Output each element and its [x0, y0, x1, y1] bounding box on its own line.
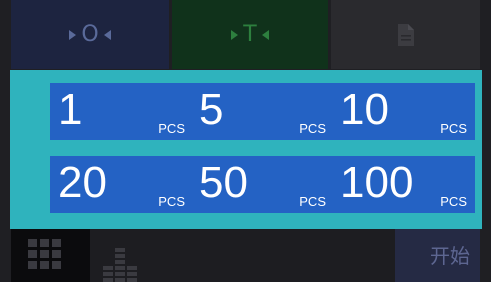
- preset-button[interactable]: 1 PCS: [50, 83, 193, 140]
- zero-label: O: [81, 21, 99, 47]
- preset-value: 5: [199, 85, 224, 134]
- tare-button[interactable]: T: [172, 0, 328, 69]
- top-bar: O T: [0, 0, 491, 69]
- preset-button[interactable]: 20 PCS: [50, 156, 193, 213]
- preset-value: 50: [199, 158, 248, 207]
- preset-unit: PCS: [158, 121, 185, 136]
- preset-unit: PCS: [440, 194, 467, 209]
- preset-button[interactable]: 10 PCS: [332, 83, 475, 140]
- start-label: 开始: [430, 244, 470, 268]
- arrow-left-icon: [103, 29, 111, 40]
- preset-button[interactable]: 50 PCS: [191, 156, 334, 213]
- preset-value: 1: [58, 85, 83, 134]
- preset-unit: PCS: [299, 194, 326, 209]
- preset-unit: PCS: [440, 121, 467, 136]
- arrow-right-icon: [231, 29, 239, 40]
- grid-view-button[interactable]: [11, 229, 90, 282]
- preset-unit: PCS: [299, 121, 326, 136]
- document-icon: [397, 23, 414, 46]
- tare-label: T: [243, 21, 257, 47]
- document-button[interactable]: [331, 0, 480, 69]
- bar-chart-icon: [103, 248, 137, 282]
- preset-value: 20: [58, 158, 107, 207]
- preset-value: 100: [340, 158, 414, 207]
- bar-chart-button[interactable]: [90, 229, 395, 282]
- arrow-right-icon: [69, 29, 77, 40]
- zero-button[interactable]: O: [11, 0, 169, 69]
- preset-button[interactable]: 5 PCS: [191, 83, 334, 140]
- arrow-left-icon: [261, 29, 269, 40]
- preset-panel: 1 PCS 5 PCS 10 PCS 20 PCS 50 PCS 100 PCS: [10, 70, 482, 229]
- bottom-bar: 开始: [0, 229, 491, 282]
- preset-value: 10: [340, 85, 389, 134]
- preset-unit: PCS: [158, 194, 185, 209]
- preset-button[interactable]: 100 PCS: [332, 156, 475, 213]
- start-button[interactable]: 开始: [395, 229, 480, 282]
- grid-icon: [28, 239, 61, 269]
